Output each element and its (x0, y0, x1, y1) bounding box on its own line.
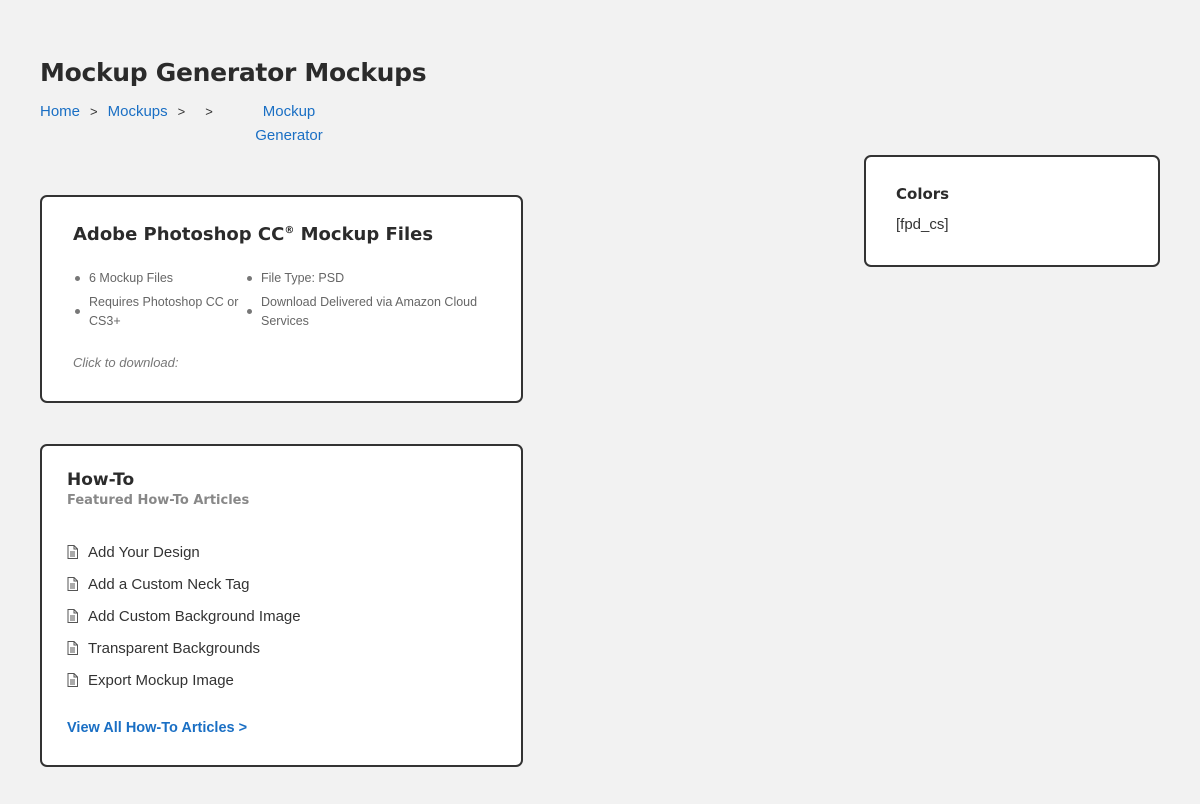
breadcrumb-separator: > (177, 104, 186, 119)
article-label: Transparent Backgrounds (88, 639, 261, 657)
psd-card-title: Adobe Photoshop CC® Mockup Files (73, 224, 433, 245)
howto-title: How-To (67, 470, 135, 490)
article-label: Add a Custom Neck Tag (88, 575, 250, 593)
colors-card: Colors [fpd_cs] (864, 155, 1160, 267)
article-label: Add Custom Background Image (88, 607, 301, 625)
document-icon (67, 577, 78, 591)
page-title: Mockup Generator Mockups (40, 58, 427, 87)
registered-mark: ® (284, 225, 295, 236)
colors-title: Colors (896, 185, 950, 203)
breadcrumb-current-link[interactable]: Mockup Generator (251, 100, 327, 148)
article-link-transparent-backgrounds[interactable]: Transparent Backgrounds (67, 632, 301, 664)
article-list: Add Your Design Add a Custom Neck Tag Ad… (67, 536, 301, 696)
article-link-add-your-design[interactable]: Add Your Design (67, 536, 301, 568)
howto-card: How-To Featured How-To Articles Add Your… (40, 444, 523, 767)
document-icon (67, 609, 78, 623)
document-icon (67, 545, 78, 559)
article-link-custom-background-image[interactable]: Add Custom Background Image (67, 600, 301, 632)
feature-item-mockup-count: 6 Mockup Files (73, 269, 245, 288)
feature-item-file-type: File Type: PSD (245, 269, 500, 288)
breadcrumb-home-link[interactable]: Home (40, 103, 80, 120)
document-icon (67, 673, 78, 687)
howto-subtitle: Featured How-To Articles (67, 493, 250, 508)
view-all-howto-link[interactable]: View All How-To Articles > (67, 720, 247, 736)
feature-item-requirements: Requires Photoshop CC or CS3+ (73, 293, 245, 331)
psd-card-title-text: Adobe Photoshop CC (73, 224, 285, 245)
article-label: Export Mockup Image (88, 671, 234, 689)
feature-item-delivery: Download Delivered via Amazon Cloud Serv… (245, 293, 500, 331)
click-to-download-label: Click to download: (73, 355, 179, 370)
article-link-export-mockup-image[interactable]: Export Mockup Image (67, 664, 301, 696)
breadcrumb-separator: > (205, 104, 213, 119)
article-label: Add Your Design (88, 543, 200, 561)
colors-shortcode: [fpd_cs] (896, 216, 949, 233)
breadcrumb-mockups-link[interactable]: Mockups (108, 103, 168, 120)
document-icon (67, 641, 78, 655)
breadcrumb-separator: > (90, 104, 98, 119)
article-link-custom-neck-tag[interactable]: Add a Custom Neck Tag (67, 568, 301, 600)
psd-card-title-suffix: Mockup Files (294, 224, 434, 245)
breadcrumb: Home > Mockups > > Mockup Generator (40, 100, 323, 144)
psd-mockup-files-card: Adobe Photoshop CC® Mockup Files 6 Mocku… (40, 195, 523, 403)
